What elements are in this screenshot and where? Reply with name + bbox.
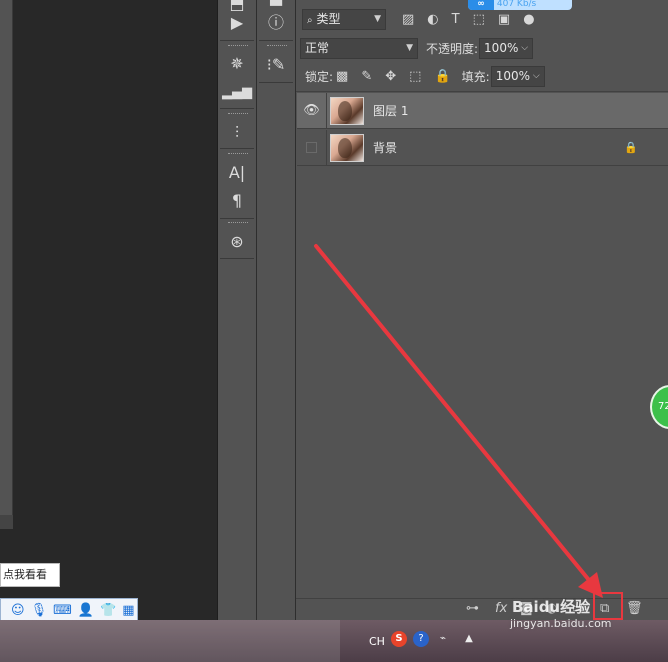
chevron-down-icon: ⌵	[532, 71, 540, 81]
opacity-label: 不透明度:	[426, 42, 479, 56]
lock-all-icon[interactable]: 🔒	[434, 69, 450, 84]
info-icon[interactable]: ⓘ	[257, 13, 295, 33]
emoji-icon[interactable]: ☺	[11, 604, 25, 617]
lock-row: 锁定: ▩ ✎ ✥ ⬚ 🔒 填充: 100% ⌵	[296, 66, 668, 87]
layer-thumbnail[interactable]	[330, 96, 364, 125]
link-layers-icon[interactable]: ⊶	[466, 601, 479, 616]
lock-position-icon[interactable]: ✥	[385, 69, 396, 84]
network-speed-widget[interactable]: ∞ 407 Kb/s	[468, 0, 572, 10]
search-icon: ⌕	[307, 15, 313, 26]
adjustments-icon[interactable]: ⫶	[218, 123, 256, 143]
filter-toggle-icon[interactable]: ●	[523, 12, 534, 27]
lock-artboard-icon[interactable]: ⬚	[409, 69, 421, 84]
brush-presets-icon[interactable]: ⁝✎	[257, 55, 295, 75]
speed-logo-icon: ∞	[468, 0, 494, 10]
microphone-icon[interactable]: 🎙	[31, 604, 48, 617]
keyboard-icon[interactable]: ⌨	[53, 604, 72, 617]
opacity-input[interactable]: 100% ⌵	[479, 38, 534, 59]
input-mode-icon[interactable]: ⌁	[435, 631, 451, 647]
shirt-icon[interactable]: 👕	[100, 604, 116, 617]
eye-icon[interactable]: 👁	[297, 93, 327, 128]
shape-filter-icon[interactable]: ⬚	[473, 12, 485, 27]
floating-ball-value: 72	[658, 401, 668, 412]
type-filter-icon[interactable]: T	[452, 12, 460, 27]
panel-dock-strip-2: ▬ ⓘ ⁝✎	[257, 0, 296, 620]
layers-panel: ⌕ 类型 ▼ ▨ ◐ T ⬚ ▣ ● 正常 ▼ 不透明度: 100% ⌵ 锁定:	[296, 0, 668, 620]
brush-settings-icon[interactable]: ⊛	[218, 232, 256, 252]
paragraph-icon[interactable]: ¶	[218, 191, 256, 211]
ime-toolbar: ☺ 🎙 ⌨ 👤 👕 ▦	[0, 598, 138, 622]
pixel-filter-icon[interactable]: ▨	[402, 12, 414, 27]
opacity-value: 100%	[484, 41, 519, 55]
layer-name[interactable]: 背景	[373, 139, 397, 156]
watermark-url: jingyan.baidu.com	[510, 617, 612, 630]
adjustment-filter-icon[interactable]: ◐	[427, 12, 438, 27]
fx-icon[interactable]: fx	[495, 601, 507, 616]
canvas-area: 点我看看 ☺ 🎙 ⌨ 👤 👕 ▦	[0, 0, 217, 622]
layer-row-background[interactable]: 背景 🔒	[297, 130, 668, 166]
tooltip-popup[interactable]: 点我看看	[0, 563, 60, 587]
visibility-toggle[interactable]	[297, 130, 327, 165]
lock-icon: 🔒	[624, 141, 638, 154]
hidden-eye-box-icon	[306, 142, 317, 153]
filter-kind-select[interactable]: ⌕ 类型 ▼	[302, 9, 386, 30]
watermark: Baidu经验	[512, 598, 591, 616]
panel-dock-strip-1: ⬒ ▶ ✵ ▂▄▆ ⫶ A| ¶ ⊛	[217, 0, 257, 620]
filter-kind-value: 类型	[316, 12, 341, 26]
compass-icon[interactable]: ✵	[218, 54, 256, 74]
fill-input[interactable]: 100% ⌵	[490, 66, 545, 87]
tray-expand-icon[interactable]: ▲	[461, 631, 477, 647]
scrollbar[interactable]	[0, 515, 13, 529]
layer-row-layer1[interactable]: 👁 图层 1	[297, 93, 668, 129]
lock-label: 锁定:	[305, 70, 334, 84]
layers-bottom-bar: ⊶ fx ◙ ◐ ▭ ⧉ 🗑	[296, 598, 668, 620]
histogram-icon[interactable]: ▂▄▆	[218, 83, 256, 103]
blend-row: 正常 ▼ 不透明度: 100% ⌵	[296, 38, 668, 59]
properties-icon[interactable]: ▬	[257, 0, 295, 12]
trash-icon[interactable]: 🗑	[626, 601, 643, 616]
language-indicator[interactable]: CH	[369, 635, 385, 648]
network-speed-value: 407 Kb/s	[496, 0, 537, 9]
new-layer-icon[interactable]: ⧉	[600, 601, 609, 616]
chevron-down-icon: ⌵	[521, 43, 529, 53]
sogou-icon[interactable]: S	[391, 631, 407, 647]
chevron-down-icon: ▼	[406, 43, 413, 53]
grid-icon[interactable]: ▦	[122, 604, 134, 617]
play-action-icon[interactable]: ▶	[218, 13, 256, 33]
user-icon[interactable]: 👤	[78, 604, 94, 617]
smart-object-filter-icon[interactable]: ▣	[498, 12, 510, 27]
photoshop-window: 点我看看 ☺ 🎙 ⌨ 👤 👕 ▦ ⬒ ▶ ✵ ▂▄▆ ⫶ A| ¶ ⊛ ▬ ⓘ	[0, 0, 668, 662]
help-icon[interactable]: ?	[413, 631, 429, 647]
fill-label: 填充:	[461, 70, 490, 84]
blend-mode-value: 正常	[305, 41, 330, 55]
layer-thumbnail[interactable]	[330, 133, 364, 162]
document-canvas-edge	[0, 0, 13, 515]
chevron-down-icon: ▼	[374, 14, 381, 24]
history-icon[interactable]: ⬒	[218, 0, 256, 14]
lock-transparent-icon[interactable]: ▩	[336, 69, 348, 84]
layer-name[interactable]: 图层 1	[373, 102, 408, 119]
character-icon[interactable]: A|	[218, 163, 256, 183]
fill-value: 100%	[495, 69, 530, 83]
blend-mode-select[interactable]: 正常 ▼	[300, 38, 418, 59]
filter-row: ⌕ 类型 ▼ ▨ ◐ T ⬚ ▣ ●	[296, 9, 668, 30]
lock-pixels-icon[interactable]: ✎	[361, 69, 372, 84]
